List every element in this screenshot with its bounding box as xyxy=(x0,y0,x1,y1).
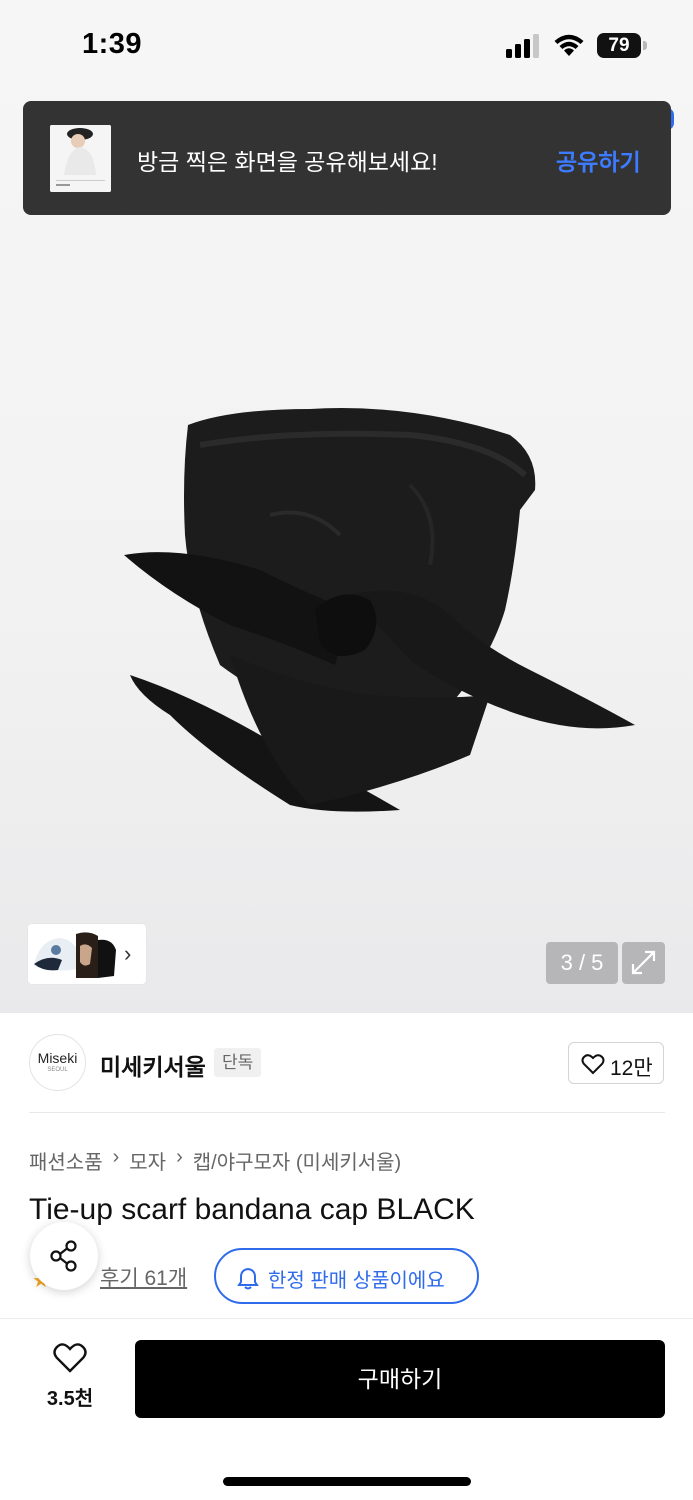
breadcrumb-separator-icon: › xyxy=(176,1146,183,1168)
breadcrumb-item[interactable]: 패션소품 xyxy=(29,1146,103,1175)
brand-like-button[interactable]: 12만 xyxy=(568,1042,664,1084)
battery-level: 79 xyxy=(597,33,641,58)
related-thumbnails[interactable]: › xyxy=(28,924,146,984)
bottom-bar-divider xyxy=(0,1318,693,1319)
toast-share-button[interactable]: 공유하기 xyxy=(556,143,641,177)
product-gallery[interactable]: 1:39 79 방금 찍은 화면을 공유해보세요! 공유하기 › 3 / 5 xyxy=(0,0,693,1013)
wishlist-count: 3.5천 xyxy=(46,1388,94,1410)
bell-icon xyxy=(237,1267,259,1290)
brand-logo-subtext: SEOUL xyxy=(47,1067,68,1073)
buy-button[interactable]: 구매하기 xyxy=(135,1340,665,1418)
exclusive-badge: 단독 xyxy=(214,1048,262,1077)
brand-name[interactable]: 미세키서울 xyxy=(100,1048,206,1082)
status-time: 1:39 xyxy=(82,28,143,60)
chevron-right-icon: › xyxy=(124,941,132,966)
breadcrumb-item[interactable]: 캡/야구모자 (미세키서울) xyxy=(193,1146,401,1175)
product-image xyxy=(124,408,635,812)
reviews-link[interactable]: 후기 61개 xyxy=(100,1262,187,1292)
related-thumbnails-image xyxy=(28,924,124,984)
cellular-signal-icon xyxy=(506,34,539,58)
share-icon xyxy=(50,1240,77,1272)
divider xyxy=(29,1112,665,1113)
wishlist-button[interactable]: 3.5천 xyxy=(30,1342,110,1417)
brand-logo-text: Miseki xyxy=(37,1050,78,1066)
breadcrumb: 패션소품 › 모자 › 캡/야구모자 (미세키서울) xyxy=(29,1146,401,1175)
heart-icon xyxy=(53,1343,87,1373)
heart-icon xyxy=(581,1054,605,1075)
limited-sale-label: 한정 판매 상품이에요 xyxy=(268,1270,445,1292)
person-thumbnail-icon xyxy=(50,125,111,192)
breadcrumb-separator-icon: › xyxy=(112,1146,120,1168)
toast-message: 방금 찍은 화면을 공유해보세요! xyxy=(137,149,438,175)
wifi-icon xyxy=(554,34,584,56)
image-counter: 3 / 5 xyxy=(546,942,618,984)
limited-sale-pill[interactable]: 한정 판매 상품이에요 xyxy=(214,1248,479,1304)
status-bar: 1:39 79 xyxy=(0,0,693,92)
share-toast: 방금 찍은 화면을 공유해보세요! 공유하기 xyxy=(23,101,671,215)
product-page: 1:39 79 방금 찍은 화면을 공유해보세요! 공유하기 › 3 / 5 M… xyxy=(0,0,693,1500)
breadcrumb-item[interactable]: 모자 xyxy=(129,1146,166,1175)
expand-icon xyxy=(631,950,656,975)
product-title: Tie-up scarf bandana cap BLACK xyxy=(29,1193,475,1226)
home-indicator[interactable] xyxy=(223,1477,471,1486)
brand-like-count: 12만 xyxy=(610,1057,653,1080)
battery-icon: 79 xyxy=(597,33,647,58)
brand-logo[interactable]: Miseki SEOUL xyxy=(29,1034,86,1091)
share-button[interactable] xyxy=(30,1222,98,1290)
screenshot-thumbnail xyxy=(50,125,111,192)
expand-button[interactable] xyxy=(622,942,665,984)
